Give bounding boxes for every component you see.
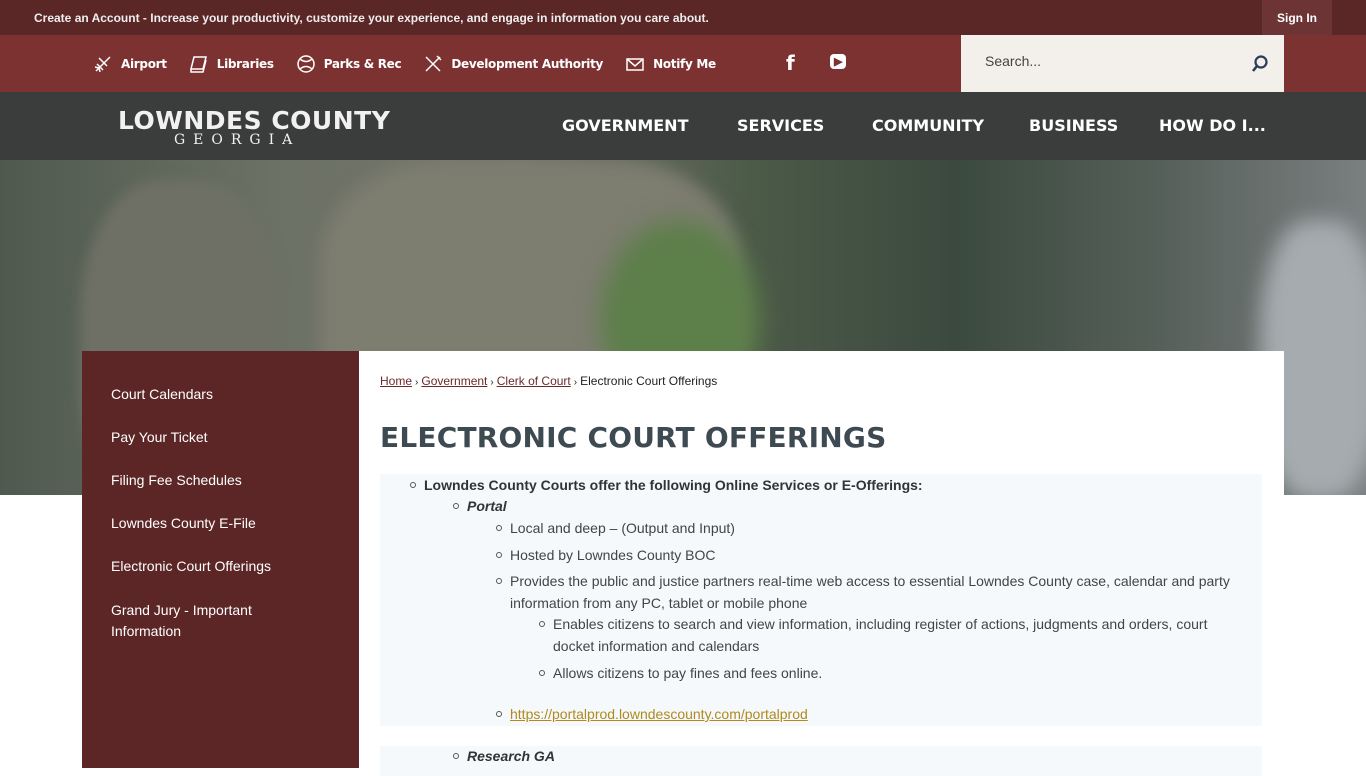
quick-link-libraries[interactable]: Libraries [189, 54, 274, 74]
quick-link-label: Parks & Rec [323, 56, 402, 71]
facebook-icon[interactable]: f [786, 51, 795, 75]
sidebar-item-e-file[interactable]: Lowndes County E-File [111, 513, 331, 534]
airplane-icon [94, 55, 111, 72]
search-input[interactable] [985, 53, 1235, 69]
ball-icon [296, 54, 315, 73]
sidebar-item-filing-fee-schedules[interactable]: Filing Fee Schedules [111, 470, 331, 491]
breadcrumb-government[interactable]: Government [421, 374, 487, 388]
quick-link-airport[interactable]: Airport [93, 54, 167, 74]
logo-title: LOWNDES COUNTY [118, 106, 391, 135]
main-content: Home › Government › Clerk of Court › Electroni… [359, 351, 1284, 776]
book-icon [189, 55, 207, 73]
portal-link[interactable]: https://portalprod.lowndescounty.com/por… [510, 706, 808, 722]
breadcrumb-clerk-of-court[interactable]: Clerk of Court [497, 374, 571, 388]
quick-link-notify-me[interactable]: Notify Me [625, 54, 716, 74]
menu-government[interactable]: GOVERNMENT [562, 116, 688, 135]
list-item: Provides the public and justice partners… [496, 570, 1260, 614]
list-item: Local and deep – (Output and Input) [496, 517, 735, 539]
breadcrumb: Home › Government › Clerk of Court › Electroni… [380, 374, 718, 388]
main-nav: LOWNDES COUNTY GEORGIA GOVERNMENT SERVIC… [0, 92, 1366, 160]
list-item: Hosted by Lowndes County BOC [495, 544, 715, 566]
breadcrumb-current: Electronic Court Offerings [580, 374, 718, 388]
sidebar-item-grand-jury[interactable]: Grand Jury - Important Information [111, 600, 281, 642]
quick-link-label: Notify Me [653, 56, 716, 71]
tools-icon [425, 54, 442, 72]
search-box [961, 35, 1284, 92]
menu-community[interactable]: COMMUNITY [872, 116, 984, 135]
list-item: Allows citizens to pay fines and fees on… [538, 662, 822, 684]
list-item: https://portalprod.lowndescounty.com/por… [496, 703, 808, 725]
menu-services[interactable]: SERVICES [737, 116, 824, 135]
breadcrumb-home[interactable]: Home [380, 374, 412, 388]
search-icon[interactable] [1251, 55, 1269, 73]
list-item: Lowndes County Courts offer the followin… [410, 474, 923, 496]
list-item: Portal [453, 495, 507, 517]
quick-link-label: Airport [121, 56, 167, 71]
page-title: ELECTRONIC COURT OFFERINGS [380, 421, 887, 454]
sidebar-item-pay-your-ticket[interactable]: Pay Your Ticket [111, 427, 331, 448]
menu-business[interactable]: BUSINESS [1029, 116, 1118, 135]
top-bar: Create an Account - Increase your produc… [0, 0, 1366, 35]
list-item: Research GA [453, 745, 555, 767]
quick-link-label: Development Authority [451, 56, 604, 71]
list-item: Enables citizens to search and view info… [539, 613, 1243, 657]
sidebar: Court Calendars Pay Your Ticket Filing F… [82, 351, 359, 768]
logo-subtitle: GEORGIA [174, 132, 301, 148]
quick-link-parks-rec[interactable]: Parks & Rec [296, 54, 402, 74]
quick-link-label: Libraries [216, 56, 274, 71]
sidebar-item-electronic-court-offerings[interactable]: Electronic Court Offerings [111, 556, 331, 577]
create-account-link[interactable]: Create an Account - Increase your produc… [34, 11, 709, 25]
youtube-icon[interactable]: ▶ [830, 54, 847, 69]
menu-how-do-i[interactable]: HOW DO I... [1159, 116, 1266, 135]
sidebar-item-court-calendars[interactable]: Court Calendars [111, 384, 331, 405]
quick-link-development-authority[interactable]: Development Authority [423, 54, 603, 74]
sign-in-button[interactable]: Sign In [1262, 0, 1332, 35]
envelope-icon [626, 57, 644, 71]
